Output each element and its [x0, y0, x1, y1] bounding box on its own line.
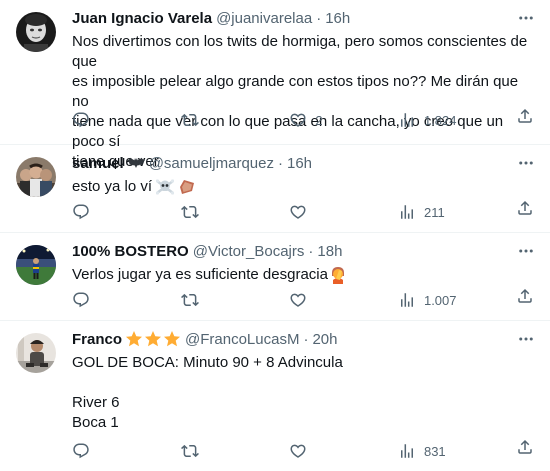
- heart-icon: [289, 291, 307, 309]
- three-stars-emoji: [125, 330, 181, 348]
- more-options-icon[interactable]: [516, 8, 536, 28]
- views-button[interactable]: 1.007: [398, 291, 468, 309]
- tweet-text-line: Nos divertimos con los twits de hormiga,…: [72, 33, 528, 70]
- bat-emoji: [126, 157, 145, 169]
- tweet-text-line: es imposible pelear algo grande con esto…: [72, 73, 519, 110]
- share-button[interactable]: [516, 199, 534, 222]
- like-button[interactable]: 2: [289, 111, 359, 129]
- reply-icon: [72, 203, 90, 221]
- display-name[interactable]: samuel: [72, 155, 124, 172]
- avatar[interactable]: [16, 333, 56, 373]
- view-count: 211: [423, 204, 445, 220]
- share-icon: [516, 199, 534, 217]
- display-name[interactable]: Juan Ignacio Varela: [72, 10, 212, 27]
- avatar[interactable]: [16, 245, 56, 285]
- reply-button[interactable]: [72, 291, 142, 309]
- views-button[interactable]: 831: [398, 442, 468, 460]
- retweet-button[interactable]: [181, 203, 251, 221]
- user-handle[interactable]: @samueljmarquez: [149, 155, 274, 172]
- views-icon: [398, 111, 416, 129]
- separator-dot: ·: [303, 330, 309, 348]
- tweet-header: Franco @FrancoLucasM · 20h: [72, 329, 534, 349]
- share-button[interactable]: [516, 438, 534, 461]
- reply-icon: [72, 111, 90, 129]
- tweet[interactable]: 100% BOSTERO @Victor_Bocajrs · 18h Verlo…: [0, 233, 550, 321]
- reply-button[interactable]: [72, 442, 142, 460]
- line-break: [72, 373, 534, 393]
- more-options-icon[interactable]: [516, 241, 536, 261]
- share-button[interactable]: [516, 287, 534, 310]
- tweet[interactable]: Juan Ignacio Varela @juanivarelaa · 16h …: [0, 0, 550, 170]
- tweet-text: esto ya lo ví: [72, 177, 534, 197]
- view-count: 1.007: [423, 292, 457, 308]
- timestamp[interactable]: 20h: [312, 331, 337, 348]
- tweet-header: Juan Ignacio Varela @juanivarelaa · 16h: [72, 8, 534, 28]
- retweet-icon: [181, 291, 199, 309]
- view-count: 1.824: [423, 112, 457, 128]
- like-button[interactable]: [289, 442, 359, 460]
- display-name[interactable]: Franco: [72, 331, 122, 348]
- tweet-text-line: GOL DE BOCA: Minuto 90 + 8 Advincula: [72, 354, 343, 371]
- action-bar: 1.007: [72, 290, 468, 310]
- coffin-emoji: [176, 178, 196, 196]
- more-options-icon[interactable]: [516, 153, 536, 173]
- like-button[interactable]: [289, 291, 359, 309]
- view-count: 831: [423, 443, 446, 459]
- retweet-button[interactable]: [181, 111, 251, 129]
- user-handle[interactable]: @juanivarelaa: [216, 10, 312, 27]
- action-bar: 831: [72, 441, 468, 461]
- share-button[interactable]: [516, 107, 534, 130]
- tweet-text: GOL DE BOCA: Minuto 90 + 8 Advincula Riv…: [72, 353, 534, 433]
- timestamp[interactable]: 16h: [287, 155, 312, 172]
- tweet-text-line: Boca 1: [72, 414, 119, 431]
- heart-icon: [289, 111, 307, 129]
- tweet-text: Verlos jugar ya es suficiente desgracia: [72, 265, 534, 285]
- like-button[interactable]: [289, 203, 359, 221]
- heart-icon: [289, 442, 307, 460]
- user-handle[interactable]: @FrancoLucasM: [185, 331, 299, 348]
- tweet-header: samuel @samueljmarquez · 16h: [72, 153, 534, 173]
- action-bar: 2 1.824: [72, 110, 468, 130]
- skull-crossbones-emoji: [156, 178, 175, 196]
- tweet-text-line: Verlos jugar ya es suficiente desgracia: [72, 266, 328, 283]
- more-options-icon[interactable]: [516, 329, 536, 349]
- tweet-header: 100% BOSTERO @Victor_Bocajrs · 18h: [72, 241, 534, 261]
- retweet-icon: [181, 203, 199, 221]
- action-bar: 211: [72, 202, 468, 222]
- timestamp[interactable]: 16h: [325, 10, 350, 27]
- retweet-icon: [181, 442, 199, 460]
- share-icon: [516, 107, 534, 125]
- avatar[interactable]: [16, 157, 56, 197]
- views-button[interactable]: 1.824: [398, 111, 468, 129]
- separator-dot: ·: [316, 9, 322, 27]
- reply-icon: [72, 291, 90, 309]
- timestamp[interactable]: 18h: [317, 243, 342, 260]
- tweet-text-line: esto ya lo ví: [72, 178, 153, 195]
- share-icon: [516, 287, 534, 305]
- heart-icon: [289, 203, 307, 221]
- retweet-icon: [181, 111, 199, 129]
- views-icon: [398, 442, 416, 460]
- retweet-button[interactable]: [181, 442, 251, 460]
- views-icon: [398, 291, 416, 309]
- separator-dot: ·: [277, 154, 283, 172]
- user-handle[interactable]: @Victor_Bocajrs: [193, 243, 305, 260]
- reply-button[interactable]: [72, 203, 142, 221]
- tweet[interactable]: Franco @FrancoLucasM · 20h GOL DE BOCA: …: [0, 321, 550, 471]
- reply-button[interactable]: [72, 111, 142, 129]
- avatar[interactable]: [16, 12, 56, 52]
- share-icon: [516, 438, 534, 456]
- views-icon: [398, 203, 416, 221]
- reply-icon: [72, 442, 90, 460]
- like-count: 2: [315, 112, 323, 128]
- tweet[interactable]: samuel @samueljmarquez · 16h esto ya lo …: [0, 145, 550, 233]
- facepalm-emoji: [330, 266, 346, 284]
- views-button[interactable]: 211: [398, 203, 468, 221]
- separator-dot: ·: [308, 242, 314, 260]
- retweet-button[interactable]: [181, 291, 251, 309]
- display-name[interactable]: 100% BOSTERO: [72, 243, 189, 260]
- tweet-text-line: River 6: [72, 394, 120, 411]
